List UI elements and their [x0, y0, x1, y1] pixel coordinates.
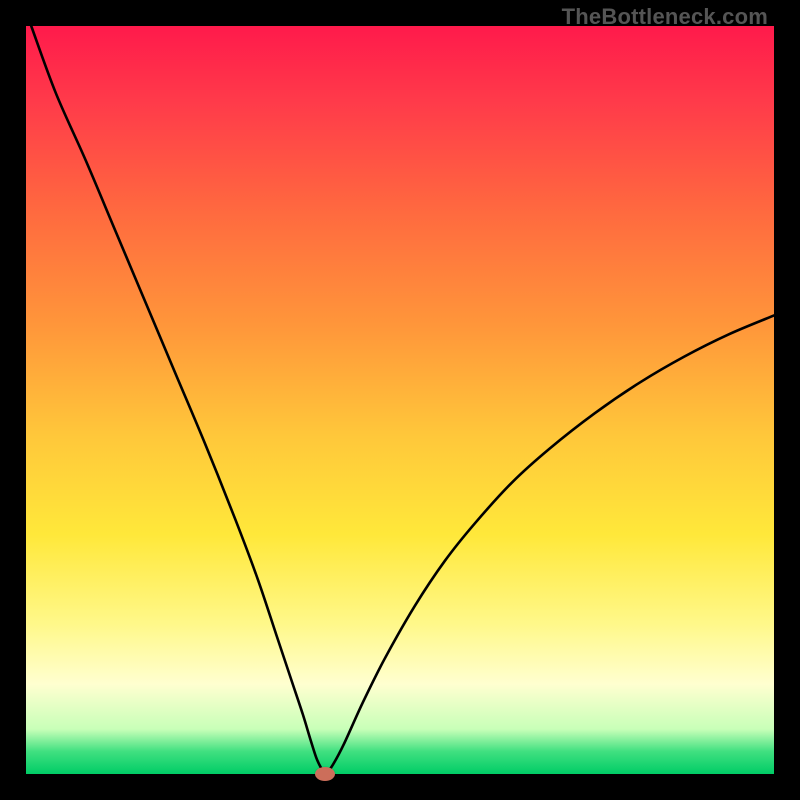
- plot-area: [26, 26, 774, 774]
- bottleneck-curve: [26, 26, 774, 774]
- optimum-marker: [315, 767, 335, 781]
- watermark-text: TheBottleneck.com: [562, 4, 768, 30]
- chart-stage: TheBottleneck.com: [0, 0, 800, 800]
